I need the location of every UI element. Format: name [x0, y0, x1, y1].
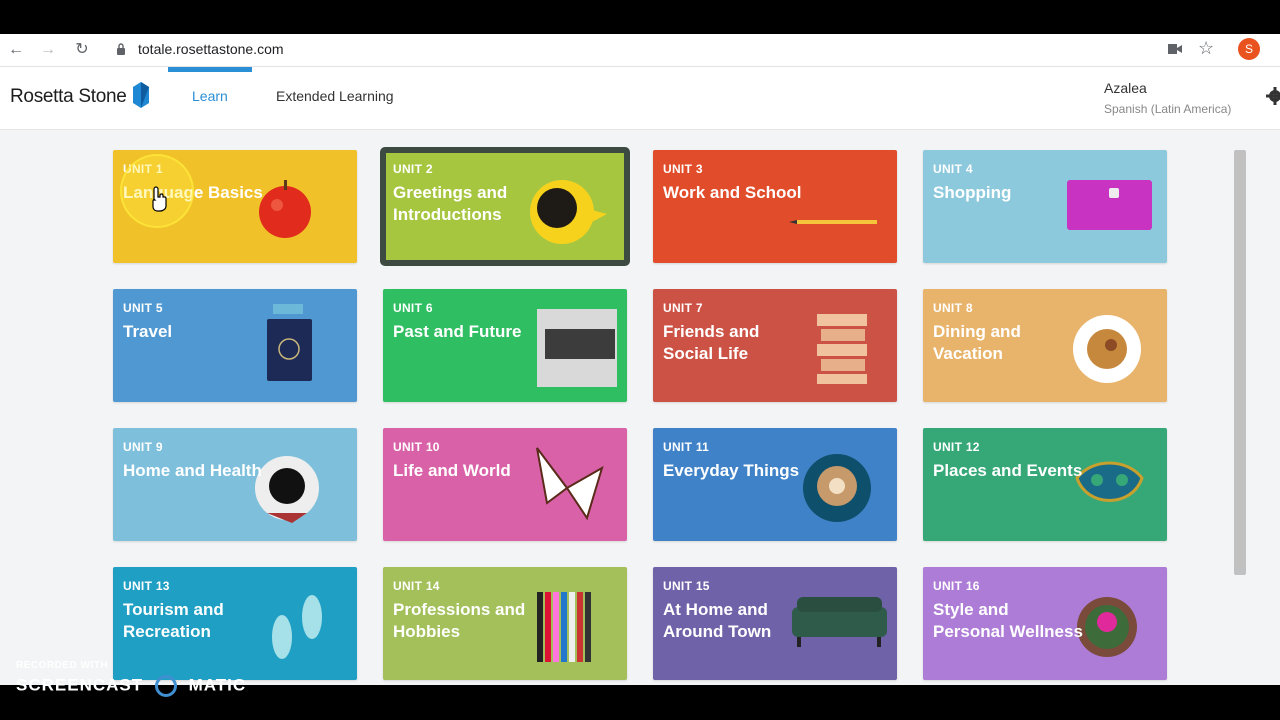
app-header: Rosetta Stone Learn Extended Learning Az… [0, 67, 1280, 130]
logo-mark-icon [133, 82, 149, 108]
butterfly-icon [536, 447, 604, 521]
camera-icon[interactable] [1168, 43, 1182, 55]
unit-title: Tourism and Recreation [123, 600, 224, 641]
scrollbar-thumb[interactable] [1234, 150, 1246, 575]
unit-card-7[interactable]: UNIT 7 Friends and Social Life [653, 289, 897, 402]
unit-title: Friends and Social Life [663, 322, 760, 363]
browser-toolbar: ← → ↻ totale.rosettastone.com ☆ S [0, 34, 1280, 67]
unit-card-3[interactable]: UNIT 3 Work and School [653, 150, 897, 263]
scrollbar[interactable] [1232, 140, 1246, 685]
unit-card-8[interactable]: UNIT 8 Dining and Vacation [923, 289, 1167, 402]
unit-card-2[interactable]: UNIT 2 Greetings and Introductions [380, 147, 630, 266]
wallet-icon [1067, 180, 1152, 230]
unit-number: UNIT 8 [933, 301, 973, 315]
unit-title: Shopping [933, 183, 1012, 202]
unit-title: Home and Health [123, 461, 262, 480]
unit-number: UNIT 15 [663, 579, 710, 593]
lock-icon [117, 43, 125, 55]
unit-card-11[interactable]: UNIT 11 Everyday Things [653, 428, 897, 541]
forward-icon[interactable]: → [38, 40, 58, 60]
address-bar[interactable]: totale.rosettastone.com [138, 41, 284, 57]
star-icon[interactable]: ☆ [1198, 38, 1214, 59]
unit-number: UNIT 11 [663, 440, 710, 454]
unit-number: UNIT 9 [123, 440, 163, 454]
watermark-line1: RECORDED WITH [16, 660, 109, 671]
active-tab-indicator [168, 67, 252, 72]
unit-title: Travel [123, 322, 173, 341]
unit-number: UNIT 2 [393, 162, 433, 176]
unit-card-15[interactable]: UNIT 15 At Home and Around Town [653, 567, 897, 680]
tab-extended-learning[interactable]: Extended Learning [276, 88, 394, 104]
app-container: Rosetta Stone Learn Extended Learning Az… [0, 67, 1280, 685]
unit-number: UNIT 16 [933, 579, 980, 593]
unit-title: Places and Events [933, 461, 1083, 480]
passport-icon [267, 304, 312, 381]
unit-number: UNIT 7 [663, 301, 703, 315]
unit-card-9[interactable]: UNIT 9 Home and Health [113, 428, 357, 541]
unit-title: Dining and Vacation [933, 322, 1021, 363]
unit-title: Greetings and Introductions [393, 183, 508, 224]
unit-number: UNIT 10 [393, 440, 440, 454]
back-icon[interactable]: ← [6, 40, 26, 60]
screencast-logo-icon [154, 675, 177, 697]
unit-number: UNIT 6 [393, 301, 433, 315]
unit-card-10[interactable]: UNIT 10 Life and World [383, 428, 627, 541]
unit-number: UNIT 14 [393, 579, 440, 593]
watermark-line3: MATIC [188, 675, 247, 695]
mask-icon [1075, 461, 1144, 502]
screencast-watermark: RECORDED WITH SCREENCAST MATIC [16, 660, 246, 697]
unit-number: UNIT 3 [663, 162, 703, 176]
unit-number: UNIT 13 [123, 579, 170, 593]
user-language: Spanish (Latin America) [1104, 102, 1232, 116]
reload-icon[interactable]: ↻ [72, 40, 92, 60]
gear-icon[interactable] [1266, 87, 1280, 105]
latte-icon [803, 454, 871, 522]
pencil-icon [789, 220, 877, 224]
tab-learn[interactable]: Learn [192, 88, 228, 104]
unit-card-16[interactable]: UNIT 16 Style and Personal Wellness [923, 567, 1167, 680]
profile-avatar[interactable]: S [1238, 38, 1260, 60]
unit-card-4[interactable]: UNIT 4 Shopping [923, 150, 1167, 263]
hand-cursor-icon [152, 186, 167, 212]
unit-title: Everyday Things [663, 461, 800, 480]
unit-number: UNIT 5 [123, 301, 163, 315]
unit-title: Work and School [663, 183, 802, 202]
unit-title: Past and Future [393, 322, 522, 341]
tea-cup-icon [255, 456, 319, 523]
unit-card-12[interactable]: UNIT 12 Places and Events [923, 428, 1167, 541]
unit-card-14[interactable]: UNIT 14 Professions and Hobbies [383, 567, 627, 680]
unit-card-5[interactable]: UNIT 5 Travel [113, 289, 357, 402]
watermark-line2: SCREENCAST [16, 675, 144, 695]
logo: Rosetta Stone [10, 86, 127, 107]
laptop-icon [537, 309, 617, 387]
unit-number: UNIT 12 [933, 440, 980, 454]
unit-title: Professions and Hobbies [393, 600, 526, 641]
unit-title: At Home and Around Town [663, 600, 772, 641]
unit-title: Life and World [393, 461, 511, 480]
unit-title: Style and Personal Wellness [933, 600, 1083, 641]
user-name[interactable]: Azalea [1104, 80, 1147, 96]
unit-card-6[interactable]: UNIT 6 Past and Future [383, 289, 627, 402]
apple-icon [259, 180, 311, 238]
unit-number: UNIT 4 [933, 162, 973, 176]
